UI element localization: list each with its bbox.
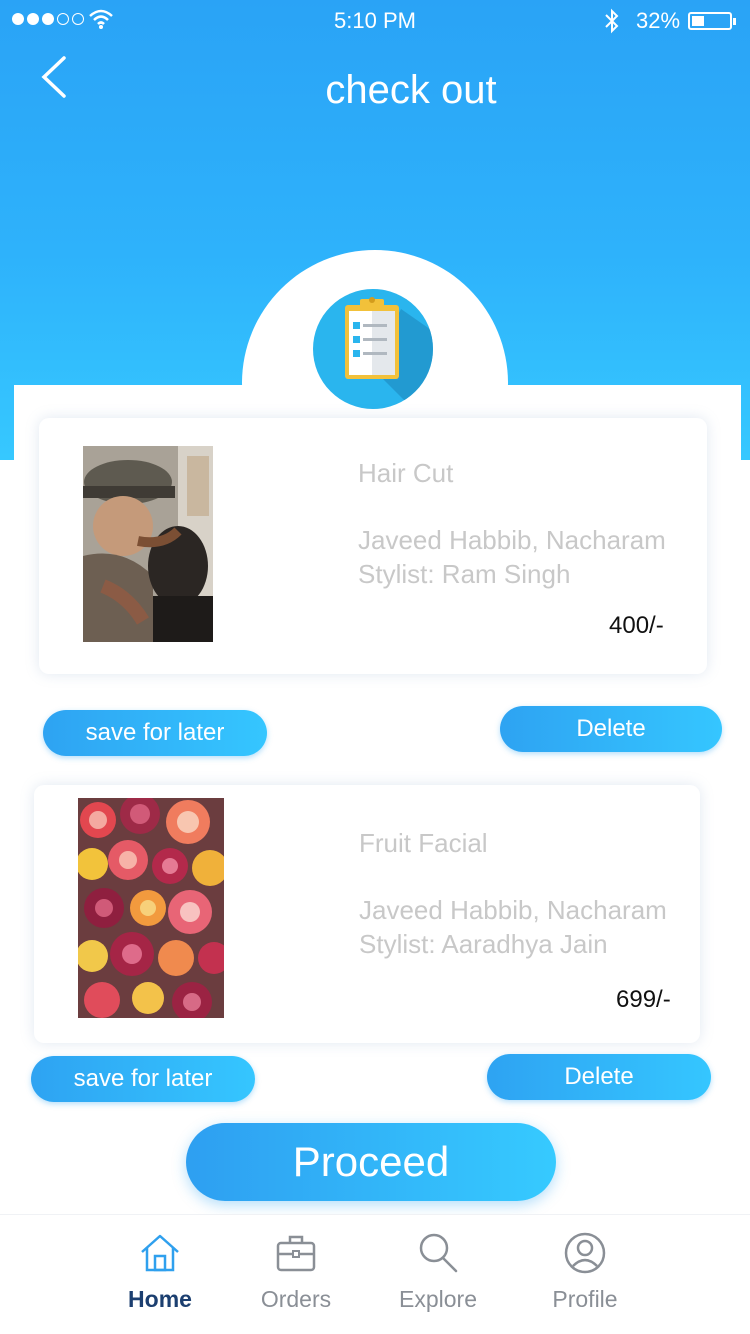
- tab-label: Home: [128, 1286, 192, 1312]
- clipboard-icon: [345, 297, 433, 409]
- search-icon: [419, 1233, 458, 1273]
- status-bar: 5:10 PM 32%: [0, 0, 750, 40]
- item-name: Fruit Facial: [359, 828, 488, 858]
- home-icon: [141, 1234, 179, 1272]
- tab-profile[interactable]: Profile: [525, 1230, 645, 1313]
- page-title: check out: [325, 68, 497, 112]
- save-for-later-button[interactable]: save for later: [43, 710, 267, 756]
- battery-percent: 32%: [636, 8, 681, 33]
- fruit-facial-image: [78, 798, 224, 1018]
- delete-button[interactable]: Delete: [500, 706, 722, 752]
- proceed-button[interactable]: Proceed: [186, 1123, 556, 1201]
- save-for-later-button[interactable]: save for later: [31, 1056, 255, 1102]
- hair-cut-image: [83, 446, 213, 642]
- tab-label: Explore: [399, 1286, 477, 1312]
- item-stylist: Stylist: Aaradhya Jain: [359, 929, 608, 959]
- tab-label: Profile: [552, 1286, 618, 1312]
- bluetooth-icon: [605, 8, 619, 34]
- tab-orders[interactable]: Orders: [236, 1230, 356, 1313]
- item-salon: Javeed Habbib, Nacharam: [359, 895, 667, 925]
- item-price: 400/-: [609, 612, 664, 639]
- checkout-badge: [313, 289, 433, 409]
- profile-icon: [564, 1232, 606, 1274]
- battery-icon: [688, 12, 736, 30]
- item-salon: Javeed Habbib, Nacharam: [358, 525, 666, 555]
- item-name: Hair Cut: [358, 458, 454, 488]
- tab-home[interactable]: Home: [100, 1230, 220, 1313]
- tab-explore[interactable]: Explore: [378, 1230, 498, 1313]
- delete-button[interactable]: Delete: [487, 1054, 711, 1100]
- tab-label: Orders: [260, 1286, 332, 1312]
- item-stylist: Stylist: Ram Singh: [358, 559, 571, 589]
- briefcase-icon: [276, 1235, 316, 1272]
- item-price: 699/-: [616, 986, 671, 1013]
